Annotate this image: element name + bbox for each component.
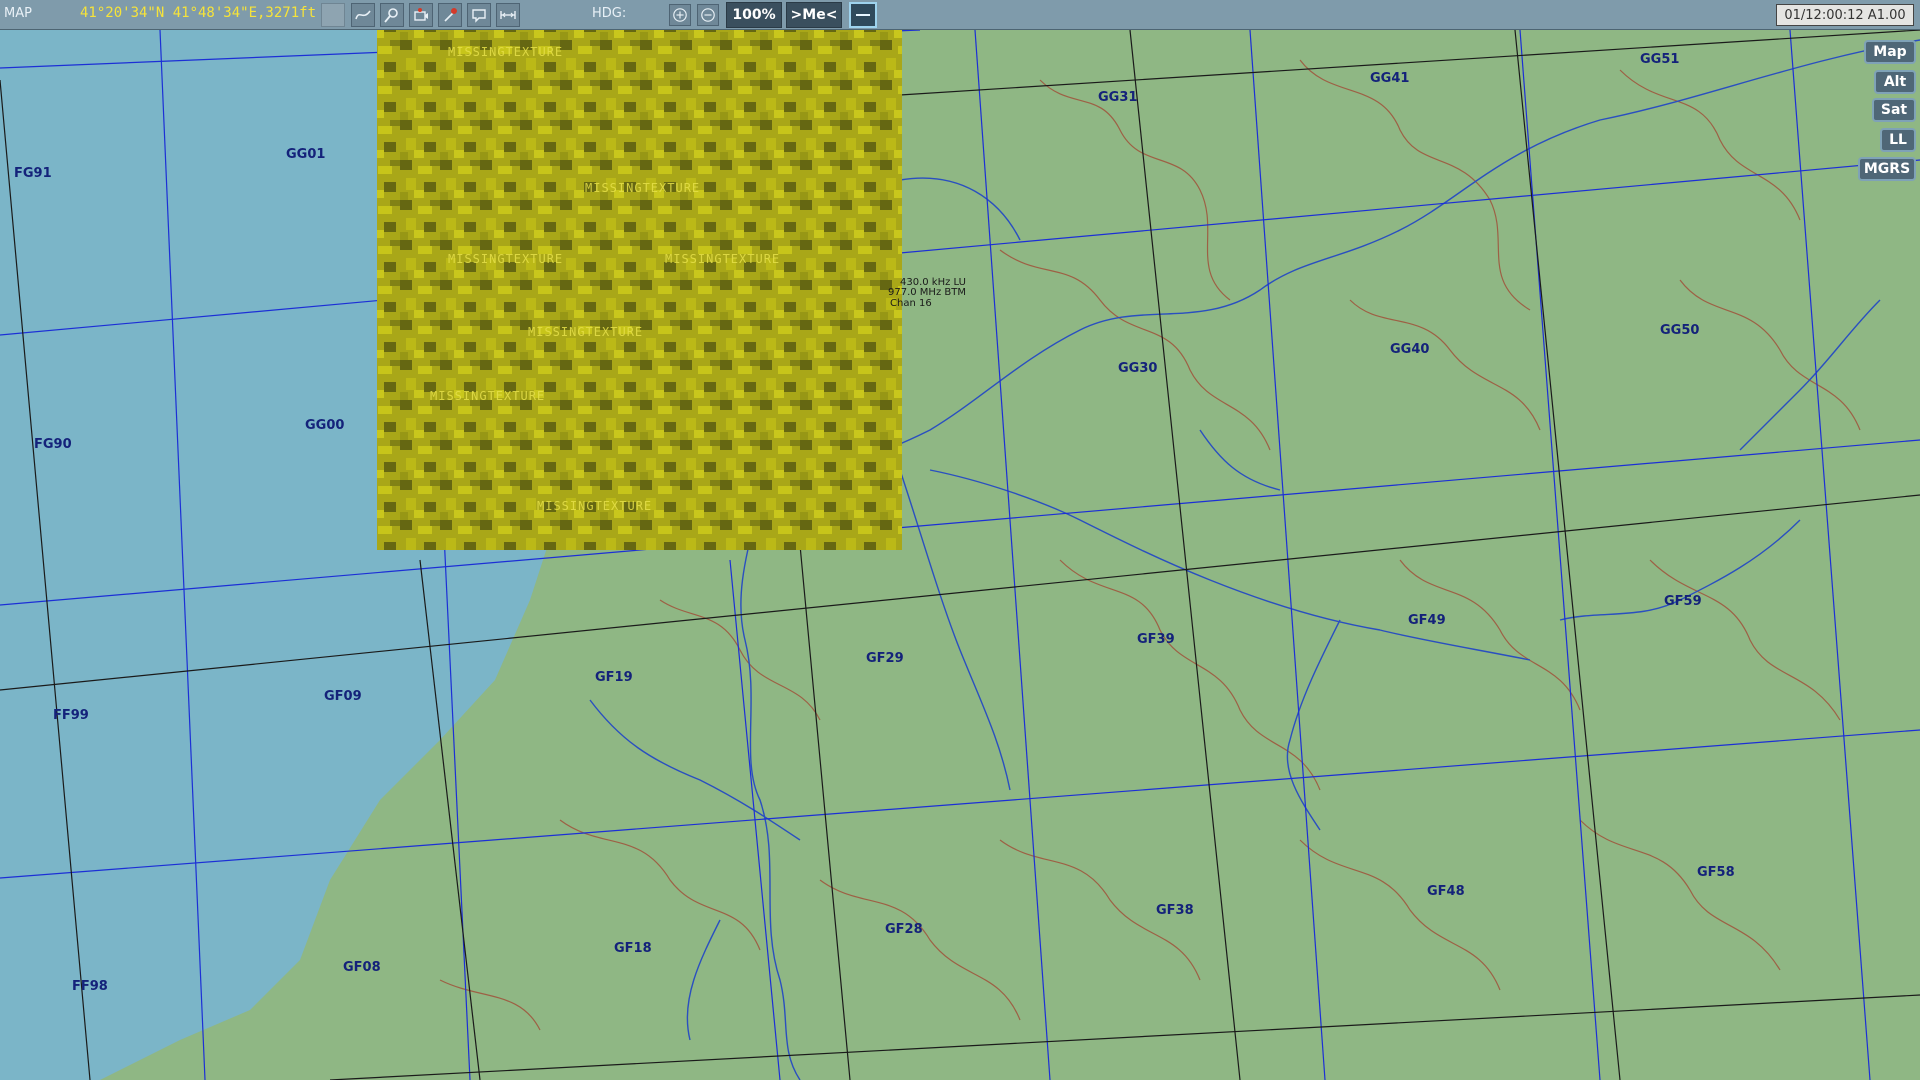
marker-tool-button[interactable]: [438, 3, 462, 27]
nav-aid-line: 977.0 MHz BTM: [888, 287, 966, 298]
mgrs-toggle-button[interactable]: MGRS: [1858, 157, 1916, 181]
grid-label: GG00: [305, 418, 344, 433]
grid-label: GF18: [614, 941, 652, 956]
zoom-out-button[interactable]: [697, 4, 719, 26]
grid-label: GF49: [1408, 613, 1446, 628]
grid-label: GG40: [1390, 342, 1429, 357]
grid-label: FG90: [34, 437, 72, 452]
measure-icon: [500, 11, 516, 19]
measure-tool-button[interactable]: [496, 3, 520, 27]
texture-label: MISSINGTEXTURE: [585, 181, 700, 195]
center-on-me-button[interactable]: >Me<: [786, 2, 842, 28]
search-tool-button[interactable]: [380, 3, 404, 27]
texture-label: MISSINGTEXTURE: [448, 252, 563, 266]
mission-clock: 01/12:00:12 A1.00: [1776, 4, 1914, 26]
search-icon: [384, 8, 398, 23]
grid-label: GG51: [1640, 52, 1679, 67]
heading-label: HDG:: [592, 6, 627, 21]
grid-label: GF38: [1156, 903, 1194, 918]
ruler-icon: [856, 14, 870, 16]
top-toolbar: MAP 41°20'34"N 41°48'34"E,3271ft HDG: 10…: [0, 0, 1920, 30]
disabled-tool-button[interactable]: [321, 3, 345, 27]
texture-label: MISSINGTEXTURE: [537, 499, 652, 513]
texture-label: MISSINGTEXTURE: [430, 389, 545, 403]
plus-circle-icon: [673, 8, 687, 22]
camera-icon: [414, 8, 428, 21]
mode-label: MAP: [4, 6, 32, 21]
marker-icon: [444, 8, 457, 22]
route-icon: [355, 10, 371, 20]
grid-label: GF48: [1427, 884, 1465, 899]
map-layer-button[interactable]: Map: [1864, 40, 1916, 64]
cursor-coordinates: 41°20'34"N 41°48'34"E,3271ft: [80, 5, 317, 21]
grid-label: GF29: [866, 651, 904, 666]
minus-circle-icon: [701, 8, 715, 22]
grid-label: GG31: [1098, 90, 1137, 105]
grid-label: FF98: [72, 979, 108, 994]
comment-icon: [472, 9, 486, 23]
altitude-layer-button[interactable]: Alt: [1874, 70, 1916, 94]
zoom-level-display[interactable]: 100%: [726, 2, 782, 28]
grid-label: GG41: [1370, 71, 1409, 86]
nav-aid-line: Chan 16: [890, 298, 932, 309]
camera-tool-button[interactable]: [409, 3, 433, 27]
comment-tool-button[interactable]: [467, 3, 491, 27]
grid-label: GF59: [1664, 594, 1702, 609]
grid-label: GG50: [1660, 323, 1699, 338]
grid-label: FG91: [14, 166, 52, 181]
ruler-toggle-button[interactable]: [849, 2, 877, 28]
lat-long-toggle-button[interactable]: LL: [1880, 128, 1916, 152]
missing-texture-tile: MISSINGTEXTURE MISSINGTEXTURE MISSINGTEX…: [377, 30, 902, 550]
grid-label: GF58: [1697, 865, 1735, 880]
zoom-in-button[interactable]: [669, 4, 691, 26]
grid-label: GG30: [1118, 361, 1157, 376]
route-tool-button[interactable]: [351, 3, 375, 27]
grid-label: GF08: [343, 960, 381, 975]
grid-label: GG01: [286, 147, 325, 162]
satellite-layer-button[interactable]: Sat: [1872, 98, 1916, 122]
texture-label: MISSINGTEXTURE: [528, 325, 643, 339]
grid-label: GF39: [1137, 632, 1175, 647]
grid-label: FF99: [53, 708, 89, 723]
grid-label: GF19: [595, 670, 633, 685]
grid-label: GF09: [324, 689, 362, 704]
map-view[interactable]: MISSINGTEXTURE MISSINGTEXTURE MISSINGTEX…: [0, 0, 1920, 1080]
texture-label: MISSINGTEXTURE: [665, 252, 780, 266]
grid-label: GF28: [885, 922, 923, 937]
texture-label: MISSINGTEXTURE: [448, 45, 563, 59]
